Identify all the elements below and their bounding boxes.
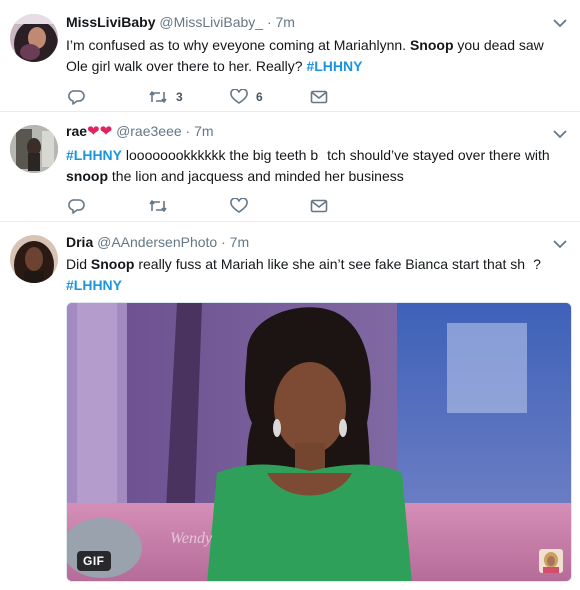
text-segment: ? bbox=[533, 256, 541, 272]
display-name[interactable]: Dria bbox=[66, 234, 93, 250]
tweet-header: rae❤❤ @rae3eee · 7m bbox=[66, 122, 214, 141]
tweet-actions: 3 6 bbox=[66, 87, 366, 107]
text-segment: loooooookkkkkk the big teeth b bbox=[122, 147, 319, 163]
heart-icon bbox=[230, 198, 248, 213]
heart-icon bbox=[230, 89, 248, 104]
user-handle[interactable]: @rae3eee bbox=[116, 123, 182, 139]
tweet[interactable]: MissLiviBaby @MissLiviBaby_ · 7m I’m con… bbox=[0, 0, 580, 112]
tv-watermark: Wendy bbox=[170, 530, 213, 547]
gif-badge: GIF bbox=[77, 551, 111, 571]
retweet-icon bbox=[149, 200, 167, 212]
reply-button[interactable] bbox=[68, 196, 86, 216]
tweet-text: I’m confused as to why eveyone coming at… bbox=[66, 35, 566, 77]
hashtag-link[interactable]: #LHHNY bbox=[66, 277, 122, 293]
chevron-down-icon[interactable] bbox=[552, 18, 568, 28]
chevron-down-icon[interactable] bbox=[552, 239, 568, 249]
avatar[interactable] bbox=[10, 14, 58, 62]
retweet-count: 3 bbox=[176, 90, 183, 104]
envelope-icon bbox=[310, 199, 328, 213]
timestamp[interactable]: 7m bbox=[230, 234, 249, 250]
separator-dot: · bbox=[221, 234, 226, 250]
tweet-header: Dria @AAndersenPhoto · 7m bbox=[66, 233, 249, 251]
retweet-button[interactable]: 3 bbox=[148, 87, 183, 107]
display-name[interactable]: MissLiviBaby bbox=[66, 14, 155, 30]
avatar[interactable] bbox=[10, 125, 58, 173]
text-segment: tch should’ve stayed over there with bbox=[327, 147, 550, 163]
reply-icon bbox=[68, 90, 85, 105]
bold-text: snoop bbox=[66, 168, 108, 184]
retweet-icon bbox=[149, 91, 167, 103]
timestamp[interactable]: 7m bbox=[276, 14, 295, 30]
display-name[interactable]: rae bbox=[66, 123, 87, 139]
user-handle[interactable]: @AAndersenPhoto bbox=[97, 234, 217, 250]
hashtag-link[interactable]: #LHHNY bbox=[66, 147, 122, 163]
like-count: 6 bbox=[256, 90, 263, 104]
timestamp[interactable]: 7m bbox=[194, 123, 213, 139]
user-handle[interactable]: @MissLiviBaby_ bbox=[159, 14, 263, 30]
envelope-icon bbox=[310, 90, 328, 104]
tweet[interactable]: rae❤❤ @rae3eee · 7m #LHHNY loooooookkkkk… bbox=[0, 112, 580, 222]
like-button[interactable] bbox=[230, 196, 248, 216]
direct-message-button[interactable] bbox=[310, 87, 328, 107]
heart-emoji: ❤❤ bbox=[87, 123, 113, 140]
gif-frame-image: Wendy bbox=[67, 303, 571, 581]
like-button[interactable]: 6 bbox=[230, 87, 263, 107]
direct-message-button[interactable] bbox=[310, 196, 328, 216]
gif-media[interactable]: Wendy GIF bbox=[66, 302, 572, 582]
separator-dot: · bbox=[185, 123, 191, 139]
reply-button[interactable] bbox=[68, 87, 86, 107]
tweet-text: #LHHNY loooooookkkkkk the big teeth b tch… bbox=[66, 145, 566, 187]
tweet-text: Did Snoop really fuss at Mariah like she… bbox=[66, 254, 566, 296]
avatar[interactable] bbox=[10, 235, 58, 283]
tweet-actions bbox=[66, 196, 366, 216]
chevron-down-icon[interactable] bbox=[552, 129, 568, 139]
separator-dot: · bbox=[266, 14, 272, 30]
tweet-header: MissLiviBaby @MissLiviBaby_ · 7m bbox=[66, 13, 295, 31]
text-segment: really fuss at Mariah like she ain’t see… bbox=[134, 256, 526, 272]
retweet-button[interactable] bbox=[148, 196, 168, 216]
text-segment: Did bbox=[66, 256, 91, 272]
text-segment: I’m confused as to why eveyone coming at… bbox=[66, 37, 410, 53]
text-segment: the lion and jacquess and minded her bus… bbox=[108, 168, 404, 184]
bold-text: Snoop bbox=[409, 37, 454, 53]
hashtag-link[interactable]: #LHHNY bbox=[306, 58, 362, 74]
bold-text: Snoop bbox=[90, 256, 135, 272]
reply-icon bbox=[68, 199, 85, 214]
thumbnail-avatar bbox=[539, 549, 563, 573]
tweet[interactable]: Dria @AAndersenPhoto · 7m Did Snoop real… bbox=[0, 222, 580, 590]
